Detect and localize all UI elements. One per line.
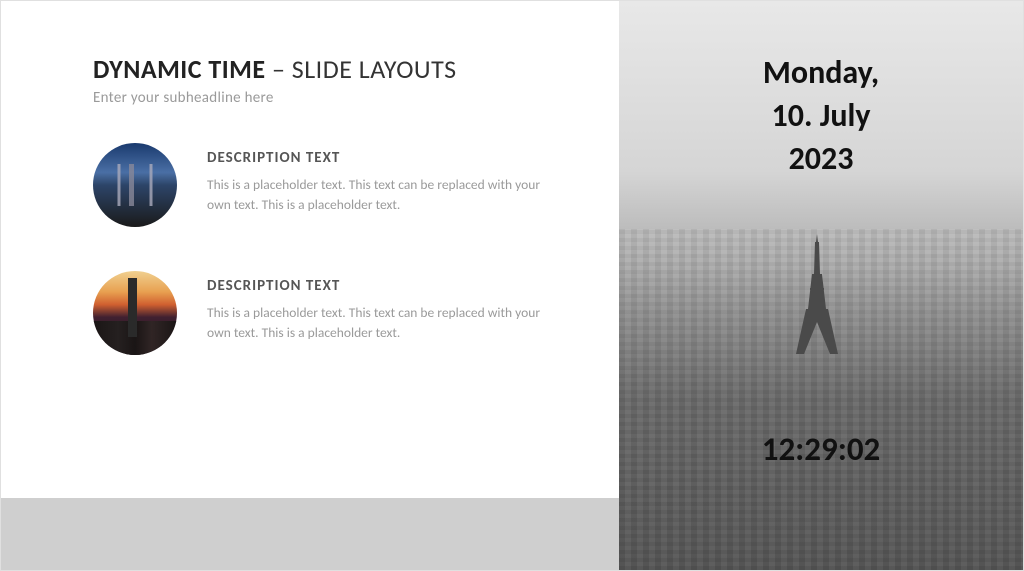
item-title: DESCRIPTION TEXT: [207, 277, 547, 295]
date-line-year: 2023: [619, 137, 1023, 180]
item-body: This is a placeholder text. This text ca…: [207, 175, 547, 214]
slide-title: DYNAMIC TIME – SLIDE LAYOUTS: [93, 53, 621, 85]
list-item: DESCRIPTION TEXT This is a placeholder t…: [93, 271, 621, 355]
eiffel-tower-icon: [792, 234, 842, 354]
item-text-block: DESCRIPTION TEXT This is a placeholder t…: [207, 143, 547, 214]
list-item: DESCRIPTION TEXT This is a placeholder t…: [93, 143, 621, 227]
title-rest: – SLIDE LAYOUTS: [266, 53, 457, 85]
item-text-block: DESCRIPTION TEXT This is a placeholder t…: [207, 271, 547, 342]
subheadline: Enter your subheadline here: [93, 89, 621, 107]
date-overlay: Monday, 10. July 2023: [619, 51, 1023, 181]
item-body: This is a placeholder text. This text ca…: [207, 303, 547, 342]
slide: DYNAMIC TIME – SLIDE LAYOUTS Enter your …: [0, 0, 1024, 571]
time-overlay: 12:29:02: [619, 429, 1023, 469]
bridge-photo-icon: [93, 143, 177, 227]
item-title: DESCRIPTION TEXT: [207, 149, 547, 167]
skyline-photo-icon: [93, 271, 177, 355]
date-line-date: 10. July: [619, 94, 1023, 137]
right-photo-panel: Monday, 10. July 2023 12:29:02: [619, 1, 1023, 570]
title-block: DYNAMIC TIME – SLIDE LAYOUTS Enter your …: [93, 53, 621, 107]
left-content-panel: DYNAMIC TIME – SLIDE LAYOUTS Enter your …: [1, 1, 621, 570]
title-emphasis: DYNAMIC TIME: [93, 53, 266, 85]
date-line-day: Monday,: [619, 51, 1023, 94]
bottom-accent-bar: [1, 498, 621, 570]
